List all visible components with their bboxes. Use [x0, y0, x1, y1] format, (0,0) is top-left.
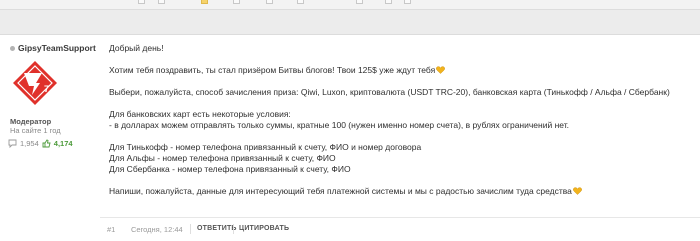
message-bank-conditions-detail: - в долларах можем отправлять только сум…: [109, 120, 570, 130]
author-stats: 1,954 4,174: [8, 138, 73, 148]
thumbs-up-icon: [42, 138, 51, 148]
post-number[interactable]: #1: [107, 225, 115, 234]
toolbar-icon: [201, 0, 208, 4]
message-closing: Напиши, пожалуйста, данные для интересую…: [109, 186, 572, 196]
message-line: Напиши, пожалуйста, данные для интересую…: [109, 186, 694, 197]
reply-button[interactable]: ОТВЕТИТЬ: [197, 225, 237, 232]
yellow-heart-icon: [573, 187, 582, 195]
message-congrats: Хотим тебя поздравить, ты стал призёром …: [109, 65, 436, 75]
messages-count: 1,954: [20, 138, 39, 148]
message-alfa: Для Альфы - номер телефона привязанный к…: [109, 153, 336, 163]
top-strip: [0, 0, 700, 10]
status-dot-icon: [10, 46, 15, 51]
author-username[interactable]: GipsyTeamSupport: [18, 43, 96, 53]
toolbar-icon: [233, 0, 240, 4]
footer-divider: [190, 224, 191, 234]
message-tinkoff: Для Тинькофф - номер телефона привязанны…: [109, 142, 422, 152]
author-panel: GipsyTeamSupport 7 Модератор На сайте 1 …: [0, 35, 100, 241]
message-choose-method: Выбери, пожалуйста, способ зачисления пр…: [109, 87, 670, 97]
author-member-since: На сайте 1 год: [10, 126, 61, 135]
toolbar-icon: [297, 0, 304, 4]
message-greeting: Добрый день!: [109, 43, 164, 53]
speech-bubble-icon: [8, 139, 17, 148]
message-line: Хотим тебя поздравить, ты стал призёром …: [109, 65, 694, 76]
message-bank-conditions-title: Для банковских карт есть некоторые услов…: [109, 109, 291, 119]
author-role: Модератор: [10, 117, 52, 126]
forum-post: GipsyTeamSupport 7 Модератор На сайте 1 …: [0, 34, 700, 241]
post-date: Сегодня, 12:44: [131, 225, 183, 234]
quote-button[interactable]: ЦИТИРОВАТЬ: [239, 225, 289, 232]
toolbar-icon: [266, 0, 273, 4]
toolbar-icon: [356, 0, 363, 4]
toolbar-icon: [138, 0, 145, 4]
toolbar-icon: [404, 0, 411, 4]
footer-divider: [233, 224, 234, 234]
post-message: Добрый день! Хотим тебя поздравить, ты с…: [109, 43, 694, 197]
toolbar-icon: [385, 0, 392, 4]
message-sber: Для Сбербанка - номер телефона привязанн…: [109, 164, 351, 174]
toolbar-icon: [158, 0, 165, 4]
reputation-count: 4,174: [53, 138, 73, 148]
yellow-heart-icon: [436, 66, 446, 74]
avatar[interactable]: 7: [11, 59, 59, 107]
post-footer: #1 Сегодня, 12:44 ОТВЕТИТЬ ЦИТИРОВАТЬ: [100, 217, 700, 241]
svg-text:7: 7: [44, 84, 49, 94]
